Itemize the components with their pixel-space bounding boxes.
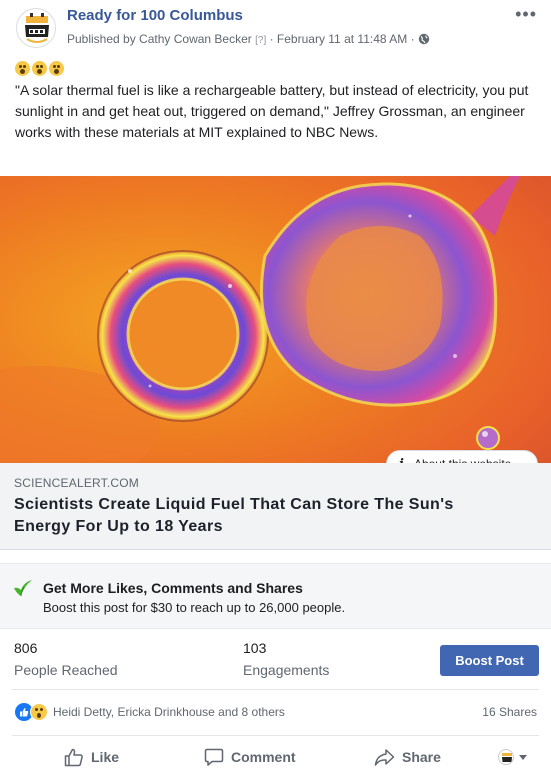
shares-count[interactable]: 16 Shares — [482, 705, 537, 719]
post-header: Ready for 100 Columbus Published by Cath… — [0, 0, 551, 56]
people-reached-label: People Reached — [14, 662, 118, 678]
more-options-icon[interactable]: ••• — [515, 4, 537, 25]
reactions-summary[interactable]: Heidi Detty, Ericka Drinkhouse and 8 oth… — [15, 703, 285, 721]
engagements-value[interactable]: 103 — [243, 640, 266, 656]
thumbs-up-icon — [64, 748, 83, 766]
reaction-names[interactable]: Heidi Detty, Ericka Drinkhouse and 8 oth… — [53, 705, 285, 719]
post-meta: Published by Cathy Cowan Becker [?] · Fe… — [67, 32, 430, 46]
share-arrow-icon — [374, 748, 395, 766]
emoji-row — [15, 61, 66, 79]
post-timestamp[interactable]: February 11 at 11:48 AM — [277, 32, 407, 46]
divider — [12, 735, 539, 736]
link-preview-caption[interactable]: SCIENCEALERT.COM Scientists Create Liqui… — [0, 463, 551, 550]
globe-icon[interactable] — [418, 33, 430, 45]
link-headline[interactable]: Scientists Create Liquid Fuel That Can S… — [14, 494, 514, 538]
liquid-droplets-image — [0, 176, 551, 463]
wow-face-emoji — [32, 61, 47, 76]
comment-button[interactable]: Comment — [204, 742, 296, 772]
page-name-link[interactable]: Ready for 100 Columbus — [67, 7, 243, 24]
engagements-label: Engagements — [243, 662, 330, 678]
meta-separator: · — [410, 32, 415, 46]
published-prefix: Published by — [67, 32, 140, 46]
promo-subtitle: Boost this post for $30 to reach up to 2… — [43, 600, 346, 615]
people-reached-value[interactable]: 806 — [14, 640, 37, 656]
like-label: Like — [91, 749, 120, 765]
comment-label: Comment — [231, 749, 296, 765]
link-preview-image[interactable] — [0, 176, 551, 463]
promo-title: Get More Likes, Comments and Shares — [43, 580, 303, 596]
author-link[interactable]: Cathy Cowan Becker — [139, 32, 252, 46]
chevron-down-icon — [519, 754, 527, 760]
help-marker[interactable]: [?] — [255, 35, 266, 46]
share-button[interactable]: Share — [374, 742, 441, 772]
comment-bubble-icon — [204, 748, 224, 766]
divider — [12, 689, 539, 690]
share-label: Share — [402, 749, 441, 765]
page-avatar-small — [498, 749, 514, 765]
post-actions: Like Comment Share — [0, 742, 551, 774]
link-domain: SCIENCEALERT.COM — [14, 476, 140, 490]
meta-separator: · — [269, 32, 274, 46]
wow-face-emoji — [15, 61, 30, 76]
boost-post-button[interactable]: Boost Post — [440, 645, 539, 676]
post-card: Ready for 100 Columbus Published by Cath… — [0, 0, 551, 778]
like-button[interactable]: Like — [64, 742, 119, 772]
leaf-icon — [14, 580, 32, 597]
page-voice-selector[interactable] — [498, 749, 527, 765]
page-avatar[interactable] — [16, 8, 56, 48]
post-text: "A solar thermal fuel is like a recharge… — [15, 82, 529, 140]
wow-reaction-icon — [30, 703, 48, 721]
boost-promo: Get More Likes, Comments and Shares Boos… — [0, 563, 551, 629]
page-logo-icon — [18, 10, 55, 47]
wow-face-emoji — [49, 61, 64, 76]
